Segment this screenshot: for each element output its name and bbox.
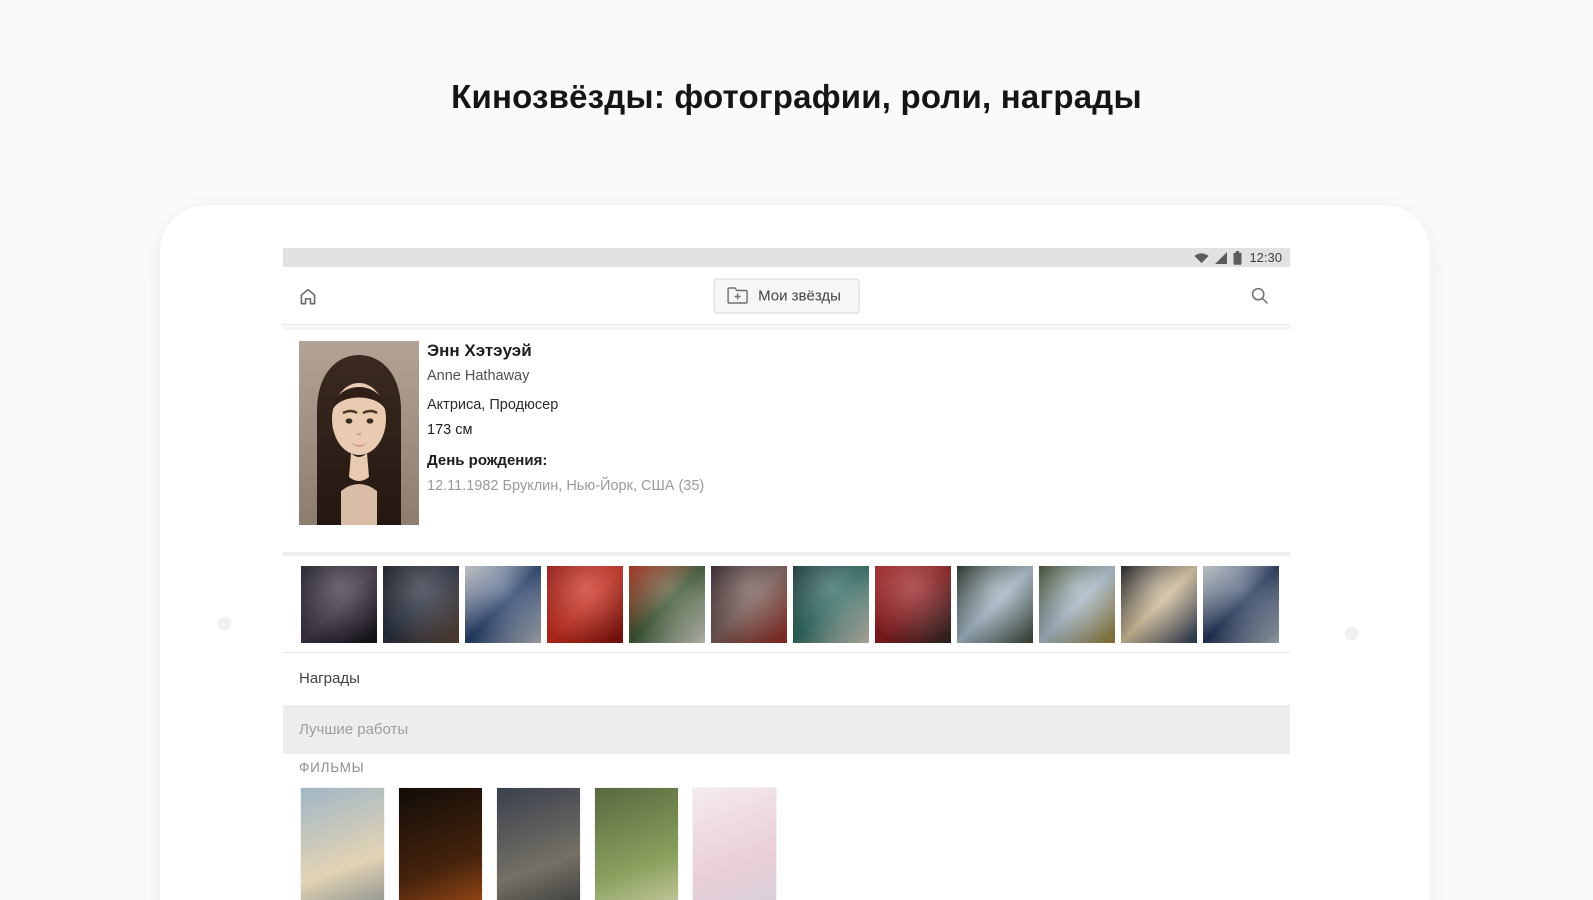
best-works-header: Лучшие работы: [283, 705, 1290, 754]
person-occupation: Актриса, Продюсер: [427, 397, 704, 413]
bezel-camera-dot-right: [1345, 627, 1358, 640]
app-screen: 12:30 Мои звёзды: [283, 248, 1290, 900]
profile-photo[interactable]: [299, 341, 419, 525]
photo-thumb-tuxedo-couple[interactable]: [1121, 566, 1197, 643]
search-button[interactable]: [1250, 286, 1270, 306]
photo-thumb-teal-outfit[interactable]: [793, 566, 869, 643]
photo-thumb-red-backdrop[interactable]: [875, 566, 951, 643]
tablet-mockup: 12:30 Мои звёзды: [160, 205, 1430, 900]
photo-thumb-oscar-blue-gown[interactable]: [1039, 566, 1115, 643]
app-toolbar: Мои звёзды: [283, 267, 1290, 325]
poster-row: ИНТЕРСТЕЛЛАРТЁМНЫЙ РЫЦАРЬОтверженныеДЖЕЙ…: [301, 788, 776, 900]
person-name-en: Anne Hathaway: [427, 368, 704, 384]
poster-interstellar[interactable]: ИНТЕРСТЕЛЛАР: [301, 788, 384, 900]
poster-one-day[interactable]: Один День: [693, 788, 776, 900]
wifi-icon: [1194, 252, 1209, 264]
photo-thumb-dark-red-carpet[interactable]: [711, 566, 787, 643]
search-icon: [1250, 286, 1270, 306]
films-section-label: ФИЛЬМЫ: [299, 760, 364, 775]
photo-thumb-red-dress-carpet[interactable]: [547, 566, 623, 643]
person-height: 173 см: [427, 422, 704, 438]
photo-strip: [283, 556, 1290, 652]
profile-card: Энн Хэтэуэй Anne Hathaway Актриса, Продю…: [283, 330, 1290, 552]
poster-becoming-jane[interactable]: ДЖЕЙН ОСТИН: [595, 788, 678, 900]
status-time: 12:30: [1249, 250, 1282, 265]
photo-thumb-closeup-dark[interactable]: [383, 566, 459, 643]
my-stars-button[interactable]: Мои звёзды: [713, 278, 860, 313]
add-to-folder-icon: [726, 287, 748, 305]
awards-row[interactable]: Награды: [283, 652, 1290, 704]
photo-thumb-navy-dress-pair[interactable]: [301, 566, 377, 643]
my-stars-label: Мои звёзды: [758, 287, 841, 304]
person-name-ru: Энн Хэтэуэй: [427, 341, 704, 361]
status-bar: 12:30: [283, 248, 1290, 267]
poster-dark-knight[interactable]: ТЁМНЫЙ РЫЦАРЬ: [399, 788, 482, 900]
profile-info: Энн Хэтэуэй Anne Hathaway Актриса, Продю…: [427, 341, 704, 494]
battery-icon: [1233, 251, 1242, 265]
photo-thumb-navy-dress-light[interactable]: [465, 566, 541, 643]
birthday-value: 12.11.1982 Бруклин, Нью-Йорк, США (35): [427, 478, 704, 494]
photo-thumb-red-dress-green[interactable]: [629, 566, 705, 643]
photo-thumb-pale-blue-gown[interactable]: [957, 566, 1033, 643]
home-icon: [297, 286, 319, 306]
birthday-label: День рождения:: [427, 452, 704, 469]
bezel-camera-dot-left: [218, 617, 231, 630]
poster-les-miserables[interactable]: Отверженные: [497, 788, 580, 900]
page-title: Кинозвёзды: фотографии, роли, награды: [0, 78, 1593, 116]
portrait-image: [299, 341, 419, 525]
home-button[interactable]: [297, 286, 319, 306]
cellular-signal-icon: [1214, 252, 1228, 264]
photo-thumb-navy-suit-couple[interactable]: [1203, 566, 1279, 643]
